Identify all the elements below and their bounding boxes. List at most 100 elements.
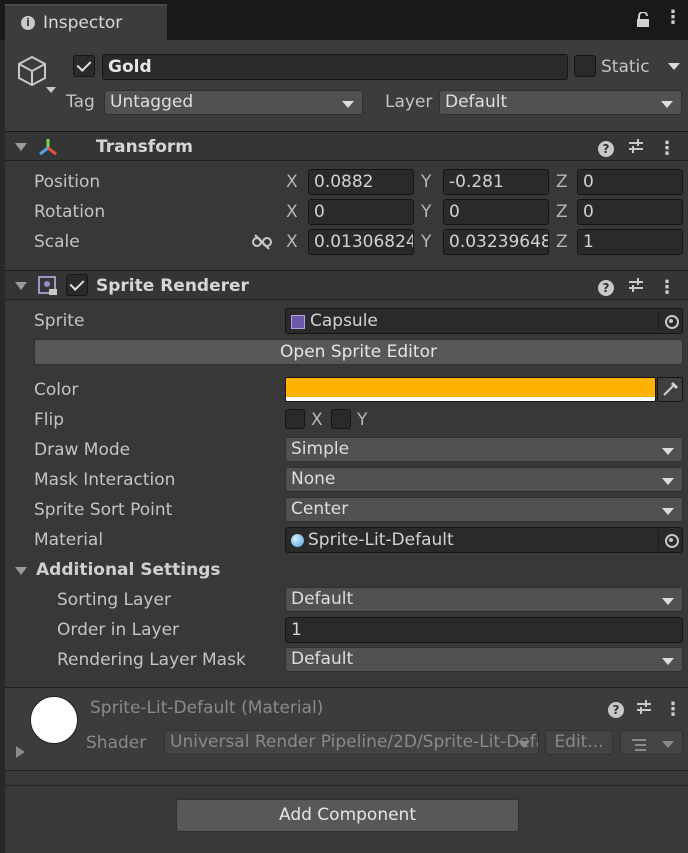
gameobject-cube-icon[interactable]	[15, 54, 49, 93]
tab-bar: i Inspector ⋮	[0, 0, 688, 40]
component-menu-kebab-icon[interactable]: ⋮	[658, 278, 676, 296]
material-title: Sprite-Lit-Default (Material)	[90, 698, 324, 718]
add-component-button[interactable]: Add Component	[176, 799, 519, 832]
chevron-down-icon	[662, 448, 674, 455]
help-icon[interactable]: ?	[598, 140, 614, 157]
chevron-down-icon	[662, 658, 674, 665]
order-in-layer-field[interactable]: 1	[285, 617, 683, 643]
scale-label: Scale	[34, 232, 80, 252]
scale-y-field[interactable]: 0.03239648	[443, 229, 549, 255]
presets-sliders-icon[interactable]	[628, 277, 644, 298]
material-expand-foldout-icon[interactable]	[16, 746, 25, 758]
transform-icon	[37, 137, 59, 162]
static-dropdown-icon[interactable]	[668, 63, 680, 70]
rendering-layer-mask-dropdown[interactable]: Default	[285, 647, 683, 672]
draw-mode-dropdown[interactable]: Simple	[285, 437, 683, 462]
sprite-renderer-icon	[37, 275, 59, 302]
chevron-down-icon	[662, 508, 674, 515]
rotation-z-field[interactable]: 0	[577, 199, 683, 225]
mask-interaction-dropdown[interactable]: None	[285, 467, 683, 492]
object-picker-target-icon[interactable]	[658, 531, 679, 549]
flip-x-checkbox[interactable]	[285, 409, 305, 429]
presets-sliders-icon[interactable]	[636, 699, 652, 720]
scale-z-axis: Z	[556, 232, 568, 252]
layer-dropdown[interactable]: Default	[439, 90, 682, 115]
rotation-x-field[interactable]: 0	[308, 199, 414, 225]
sprite-sort-point-dropdown[interactable]: Center	[285, 497, 683, 522]
sprite-value: Capsule	[310, 311, 378, 331]
name-field[interactable]: Gold	[102, 54, 568, 80]
rotation-y-field[interactable]: 0	[443, 199, 549, 225]
shader-edit-button[interactable]: Edit...	[545, 730, 613, 755]
sprite-label: Sprite	[34, 311, 85, 331]
presets-sliders-icon[interactable]	[628, 138, 644, 159]
scale-y-axis: Y	[421, 232, 432, 252]
tag-dropdown[interactable]: Untagged	[104, 90, 363, 115]
static-label: Static	[601, 57, 650, 77]
tag-label: Tag	[66, 92, 95, 112]
rotation-label: Rotation	[34, 202, 106, 222]
foldout-icon[interactable]	[15, 282, 27, 290]
flip-y-label: Y	[357, 410, 368, 430]
component-menu-kebab-icon[interactable]: ⋮	[658, 139, 676, 157]
position-x-axis: X	[286, 172, 298, 192]
separator	[5, 785, 688, 786]
shader-label: Shader	[86, 733, 147, 753]
open-sprite-editor-button[interactable]: Open Sprite Editor	[34, 339, 683, 365]
icon-dropdown-arrow-icon[interactable]	[46, 87, 56, 93]
list-options-icon	[630, 736, 648, 754]
info-icon: i	[21, 16, 35, 30]
eyedropper-icon[interactable]	[657, 377, 683, 402]
position-y-field[interactable]: -0.281	[443, 169, 549, 195]
help-icon[interactable]: ?	[608, 701, 624, 718]
position-z-field[interactable]: 0	[577, 169, 683, 195]
scale-x-axis: X	[286, 232, 298, 252]
material-object-field[interactable]: Sprite-Lit-Default	[285, 527, 683, 553]
transform-header[interactable]: Transform ? ⋮	[5, 131, 688, 161]
component-menu-kebab-icon[interactable]: ⋮	[664, 700, 682, 718]
chevron-down-icon	[662, 598, 674, 605]
static-checkbox[interactable]	[574, 55, 596, 77]
additional-settings-label[interactable]: Additional Settings	[36, 558, 221, 582]
position-y-axis: Y	[421, 172, 432, 192]
draw-mode-value: Simple	[291, 439, 350, 459]
constrain-proportions-link-icon[interactable]	[252, 234, 272, 255]
chevron-down-icon	[662, 741, 674, 748]
mask-interaction-value: None	[291, 469, 336, 489]
object-picker-target-icon[interactable]	[658, 312, 679, 330]
rendering-layer-mask-label: Rendering Layer Mask	[57, 650, 246, 670]
position-z-axis: Z	[556, 172, 568, 192]
tab-menu-kebab-icon[interactable]: ⋮	[664, 9, 682, 27]
sprite-renderer-title: Sprite Renderer	[96, 276, 249, 296]
layer-value: Default	[445, 92, 508, 112]
rotation-z-axis: Z	[556, 202, 568, 222]
flip-y-checkbox[interactable]	[331, 409, 351, 429]
material-preview-thumbnail	[30, 696, 78, 744]
additional-settings-foldout-icon[interactable]	[15, 567, 27, 575]
sprite-object-field[interactable]: Capsule	[285, 308, 683, 334]
foldout-icon[interactable]	[15, 143, 27, 151]
inspector-tab[interactable]: i Inspector	[5, 4, 167, 40]
sprite-sort-point-value: Center	[291, 499, 349, 519]
scale-z-field[interactable]: 1	[577, 229, 683, 255]
active-checkbox[interactable]	[73, 55, 95, 77]
sprite-renderer-header[interactable]: Sprite Renderer ? ⋮	[5, 270, 688, 300]
shader-options-dropdown[interactable]	[620, 730, 683, 755]
tab-title: Inspector	[43, 13, 123, 33]
rotation-x-axis: X	[286, 202, 298, 222]
position-x-field[interactable]: 0.0882	[308, 169, 414, 195]
draw-mode-label: Draw Mode	[34, 440, 131, 460]
sorting-layer-value: Default	[291, 589, 354, 609]
sprite-renderer-enabled-checkbox[interactable]	[66, 274, 88, 296]
shader-dropdown[interactable]: Universal Render Pipeline/2D/Sprite-Lit-…	[164, 730, 539, 755]
color-swatch[interactable]	[285, 377, 656, 402]
scale-x-field[interactable]: 0.01306824	[308, 229, 414, 255]
rendering-layer-mask-value: Default	[291, 649, 354, 669]
lock-icon[interactable]	[636, 11, 650, 28]
sorting-layer-dropdown[interactable]: Default	[285, 587, 683, 612]
order-in-layer-label: Order in Layer	[57, 620, 180, 640]
position-label: Position	[34, 172, 101, 192]
help-icon[interactable]: ?	[598, 279, 614, 296]
rotation-y-axis: Y	[421, 202, 432, 222]
material-header-icons: ? ⋮	[608, 699, 682, 720]
